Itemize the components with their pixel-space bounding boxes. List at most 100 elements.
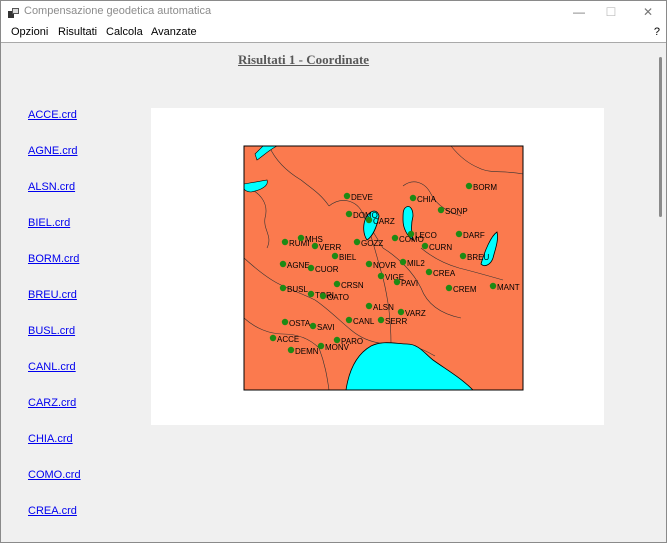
station-marker-leco [407,230,415,238]
station-label-oato: OATO [327,293,349,302]
station-marker-alsn [365,302,373,310]
station-label-gozz: GOZZ [361,239,383,248]
station-label-cuor: CUOR [315,265,339,274]
station-label-darf: DARF [463,231,485,240]
station-marker-serr [377,316,385,324]
station-label-crem: CREM [453,285,477,294]
station-marker-savi [309,322,317,330]
station-label-acce: ACCE [277,335,299,344]
station-label-crea: CREA [433,269,456,278]
menu-avanzate[interactable]: Avanzate [151,26,197,38]
help-menu[interactable]: ? [654,26,660,38]
station-label-mant: MANT [497,283,520,292]
station-marker-como [391,234,399,242]
file-link-canl[interactable]: CANL.crd [28,361,76,373]
station-marker-canl [345,316,353,324]
file-link-breu[interactable]: BREU.crd [28,289,77,301]
station-label-breu: BREU [467,253,489,262]
station-marker-domo [345,210,353,218]
station-marker-crem [445,284,453,292]
file-link-como[interactable]: COMO.crd [28,469,81,481]
file-link-chia[interactable]: CHIA.crd [28,433,73,445]
station-marker-vige [377,272,385,280]
station-label-osta: OSTA [289,319,311,328]
file-link-crea[interactable]: CREA.crd [28,505,77,517]
file-link-borm[interactable]: BORM.crd [28,253,79,265]
close-button[interactable]: ✕ [629,1,666,23]
station-label-serr: SERR [385,317,407,326]
maximize-button[interactable]: ☐ [592,1,630,23]
station-marker-cuor [307,264,315,272]
station-marker-mil2 [399,258,407,266]
station-marker-novr [365,260,373,268]
station-label-busl: BUSL [287,285,308,294]
menu-bar: Opzioni Risultati Calcola Avanzate ? [1,23,666,43]
station-label-savi: SAVI [317,323,335,332]
station-marker-osta [281,318,289,326]
station-label-crsn: CRSN [341,281,364,290]
station-label-novr: NOVR [373,261,396,270]
station-marker-demn [287,346,295,354]
station-map: DEVE CHIABORMSONPDOMOCARZDARFRUMIMHSVERR G… [243,145,524,391]
station-label-sonp: SONP [445,207,468,216]
station-marker-pavi [393,278,401,286]
file-link-biel[interactable]: BIEL.crd [28,217,70,229]
file-link-agne[interactable]: AGNE.crd [28,145,78,157]
station-marker-curn [421,242,429,250]
page-title: Risultati 1 - Coordinate [238,52,370,67]
station-marker-busl [279,284,287,292]
window-title: Compensazione geodetica automatica [24,5,212,17]
title-bar: Compensazione geodetica automatica — ☐ ✕ [1,1,666,23]
station-label-mil2: MIL2 [407,259,425,268]
station-marker-carz [365,216,373,224]
menu-opzioni[interactable]: Opzioni [11,26,48,38]
station-label-monv: MONV [325,343,350,352]
station-marker-oato [319,292,327,300]
station-marker-agne [279,260,287,268]
station-marker-verr [311,242,319,250]
station-label-agne: AGNE [287,261,310,270]
results-panel: Risultati 1 - Coordinate ACCE.crd AGNE.c… [2,43,656,542]
station-label-varz: VARZ [405,309,426,318]
menu-calcola[interactable]: Calcola [106,26,143,38]
station-marker-borm [465,182,473,190]
file-link-busl[interactable]: BUSL.crd [28,325,75,337]
station-label-pavi: PAVI [401,279,418,288]
app-icon [8,6,20,18]
menu-risultati[interactable]: Risultati [58,26,97,38]
station-marker-rumi [281,238,289,246]
station-label-leco: LECO [415,231,437,240]
station-label-chia: CHIA [417,195,437,204]
station-marker-sonp [437,206,445,214]
station-marker-deve [343,192,351,200]
station-marker-breu [459,252,467,260]
station-label-canl: CANL [353,317,375,326]
station-marker-tori [307,290,315,298]
station-label-verr: VERR [319,243,341,252]
file-link-acce[interactable]: ACCE.crd [28,109,77,121]
station-marker-varz [397,308,405,316]
station-marker-gozz [353,238,361,246]
station-marker-mhs [297,234,305,242]
station-marker-biel [331,252,339,260]
map-panel: DEVE CHIA BORM SONP DOMO CARZ DARF RUMI MHS VERR G… [151,108,604,425]
scrollbar-thumb[interactable] [659,57,662,217]
station-marker-monv [317,342,325,350]
station-marker-chia [409,194,417,202]
station-label-biel: BIEL [339,253,357,262]
station-marker-mant [489,282,497,290]
station-label-borm: BORM [473,183,497,192]
station-label-demn: DEMN [295,347,319,356]
station-marker-darf [455,230,463,238]
vertical-scrollbar[interactable] [656,43,666,542]
station-label-carz: CARZ [373,217,395,226]
station-label-deve: DEVE [351,193,373,202]
file-link-carz[interactable]: CARZ.crd [28,397,76,409]
file-link-alsn[interactable]: ALSN.crd [28,181,75,193]
station-label-curn: CURN [429,243,452,252]
station-marker-crea [425,268,433,276]
station-label-alsn: ALSN [373,303,394,312]
station-marker-crsn [333,280,341,288]
app-window: Compensazione geodetica automatica — ☐ ✕… [0,0,667,543]
station-marker-acce [269,334,277,342]
